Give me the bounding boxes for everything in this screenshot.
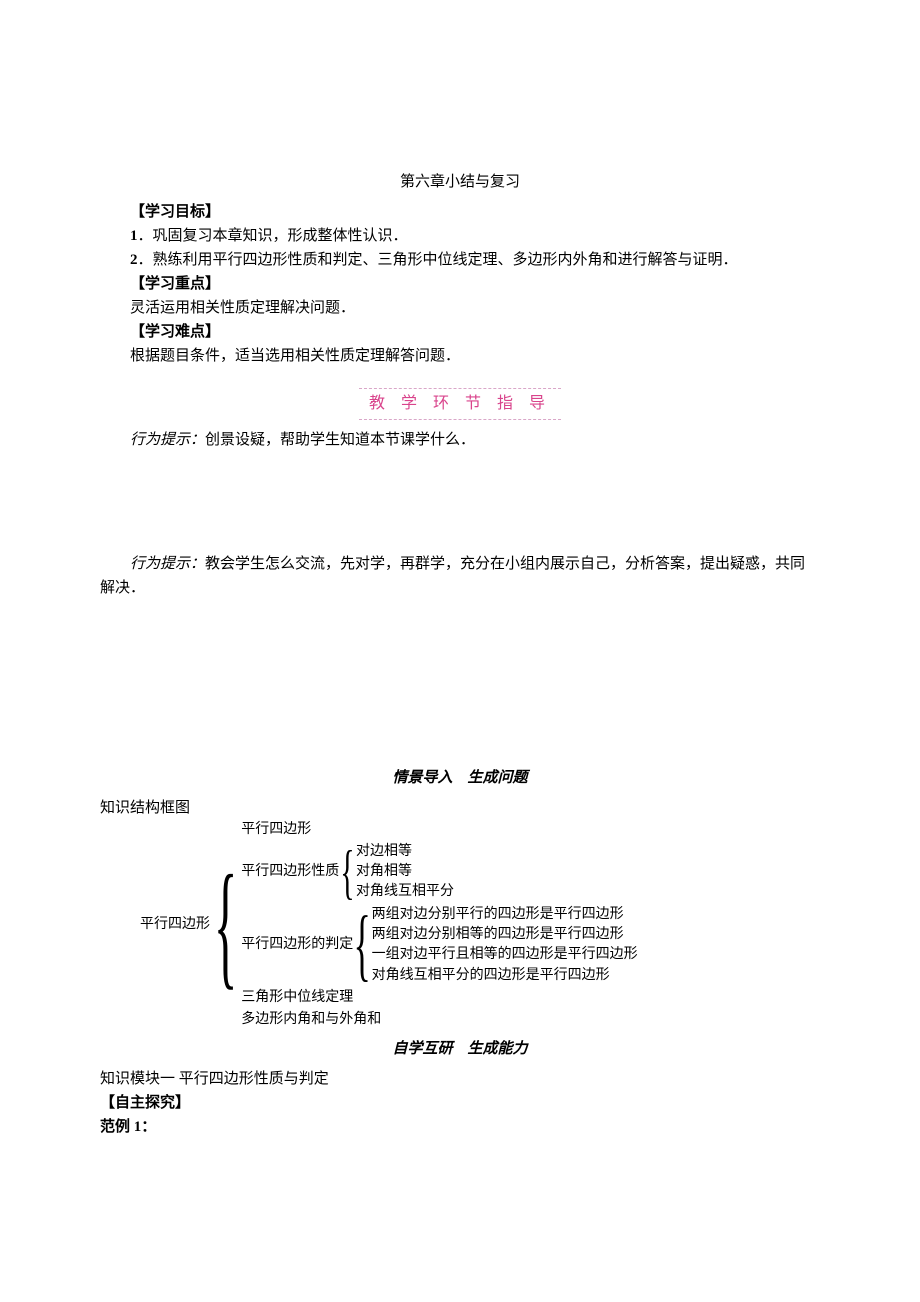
tip2-label: 行为提示： — [130, 556, 205, 572]
tree-c2-3: 对角线互相平分 — [356, 882, 454, 902]
num-2: 2 — [130, 252, 138, 268]
difficulty-text: 根据题目条件，适当选用相关性质定理解答问题． — [100, 344, 820, 368]
tip2-text: 教会学生怎么交流，先对学，再群学，充分在小组内展示自己，分析答案，提出疑惑，共同… — [100, 556, 805, 596]
keypoint-text: 灵活运用相关性质定理解决问题． — [100, 296, 820, 320]
num-1: 1 — [130, 228, 138, 244]
keypoint-label: 【学习重点】 — [100, 272, 820, 296]
tree-c3-2: 两组对边分别相等的四边形是平行四边形 — [372, 925, 638, 945]
example-label: 范例 1： — [100, 1119, 156, 1135]
tree-c5: 多边形内角和与外角和 — [241, 1010, 637, 1030]
tree-c3: 平行四边形的判定 — [241, 935, 353, 955]
example-1: 范例 1： — [100, 1115, 820, 1139]
section-a-heading: 情景导入 生成问题 — [100, 766, 820, 790]
tree-c3-node: 平行四边形的判定 { 两组对边分别平行的四边形是平行四边形 两组对边分别相等的四… — [241, 905, 637, 986]
label-objective: 【学习目标】 — [130, 204, 220, 220]
tree-c3-3: 一组对边平行且相等的四边形是平行四边形 — [372, 945, 638, 965]
tree-c2-children: 对边相等 对角相等 对角线互相平分 — [356, 842, 454, 903]
tree-level1: 平行四边形 平行四边形性质 { 对边相等 对角相等 对角线互相平分 平行四边形的… — [241, 820, 637, 1031]
section-b-heading: 自学互研 生成能力 — [100, 1037, 820, 1061]
objective-2: 2．熟练利用平行四边形性质和判定、三角形中位线定理、多边形内外角和进行解答与证明… — [100, 248, 820, 272]
tree-c2-2: 对角相等 — [356, 862, 454, 882]
page-title: 第六章小结与复习 — [100, 170, 820, 194]
tree-c3-children: 两组对边分别平行的四边形是平行四边形 两组对边分别相等的四边形是平行四边形 一组… — [372, 905, 638, 986]
label-difficulty: 【学习难点】 — [130, 324, 220, 340]
tree-root: 平行四边形 — [140, 915, 210, 935]
tip1-label: 行为提示： — [130, 432, 205, 448]
banner-wrap: 教 学 环 节 指 导 — [100, 388, 820, 420]
objective-label: 【学习目标】 — [100, 200, 820, 224]
knowledge-tree: 平行四边形 { 平行四边形 平行四边形性质 { 对边相等 对角相等 对角线互相平… — [140, 820, 820, 1031]
difficulty-label: 【学习难点】 — [100, 320, 820, 344]
tip1-text: 创景设疑，帮助学生知道本节课学什么． — [205, 432, 475, 448]
tree-c1: 平行四边形 — [241, 820, 637, 840]
tree-c2-node: 平行四边形性质 { 对边相等 对角相等 对角线互相平分 — [241, 842, 637, 903]
tree-c4: 三角形中位线定理 — [241, 988, 637, 1008]
label-keypoint: 【学习重点】 — [130, 276, 220, 292]
selfstudy-label: 【自主探究】 — [100, 1091, 820, 1115]
teaching-banner: 教 学 环 节 指 导 — [359, 388, 561, 420]
objective-2-text: ．熟练利用平行四边形性质和判定、三角形中位线定理、多边形内外角和进行解答与证明． — [138, 252, 738, 268]
structure-title: 知识结构框图 — [100, 796, 820, 820]
tree-c2: 平行四边形性质 — [241, 862, 339, 882]
objective-1: 1．巩固复习本章知识，形成整体性认识． — [100, 224, 820, 248]
tip-2: 行为提示：教会学生怎么交流，先对学，再群学，充分在小组内展示自己，分析答案，提出… — [100, 552, 820, 600]
module-1: 知识模块一 平行四边形性质与判定 — [100, 1067, 820, 1091]
tree-c3-4: 对角线互相平分的四边形是平行四边形 — [372, 966, 638, 986]
tip-1: 行为提示：创景设疑，帮助学生知道本节课学什么． — [100, 428, 820, 452]
label-selfstudy: 【自主探究】 — [100, 1095, 190, 1111]
objective-1-text: ．巩固复习本章知识，形成整体性认识． — [138, 228, 408, 244]
tree-c2-1: 对边相等 — [356, 842, 454, 862]
tree-c3-1: 两组对边分别平行的四边形是平行四边形 — [372, 905, 638, 925]
